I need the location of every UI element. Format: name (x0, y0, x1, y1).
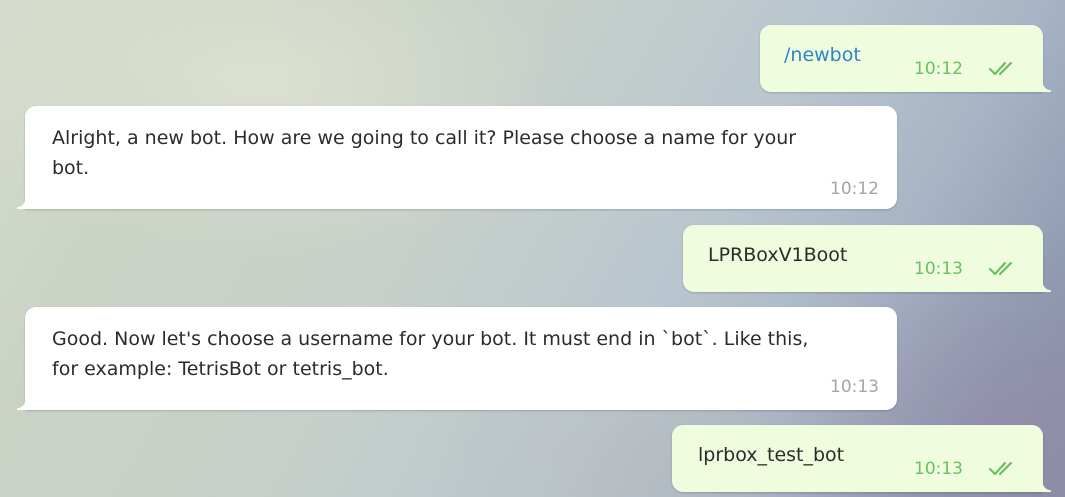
bot-command-link[interactable]: /newbot (784, 40, 861, 70)
message-time: 10:13 (830, 377, 879, 397)
outgoing-message[interactable]: LPRBoxV1Boot 10:13 (683, 225, 1051, 292)
message-time: 10:13 (914, 459, 963, 479)
incoming-message[interactable]: Alright, a new bot. How are we going to … (17, 106, 897, 209)
double-check-icon (988, 261, 1013, 276)
message-text: LPRBoxV1Boot (708, 244, 848, 266)
message-text: lprbox_test_bot (698, 444, 845, 466)
message-time: 10:12 (914, 59, 963, 79)
message-time: 10:12 (830, 179, 879, 199)
double-check-icon (988, 61, 1013, 76)
message-text: Alright, a new bot. How are we going to … (52, 127, 803, 179)
message-time: 10:13 (914, 259, 963, 279)
outgoing-message[interactable]: lprbox_test_bot 10:13 (672, 425, 1051, 492)
message-text: Good. Now let's choose a username for yo… (52, 328, 815, 380)
incoming-message[interactable]: Good. Now let's choose a username for yo… (17, 307, 897, 410)
double-check-icon (988, 461, 1013, 476)
outgoing-message[interactable]: /newbot 10:12 (760, 25, 1051, 92)
